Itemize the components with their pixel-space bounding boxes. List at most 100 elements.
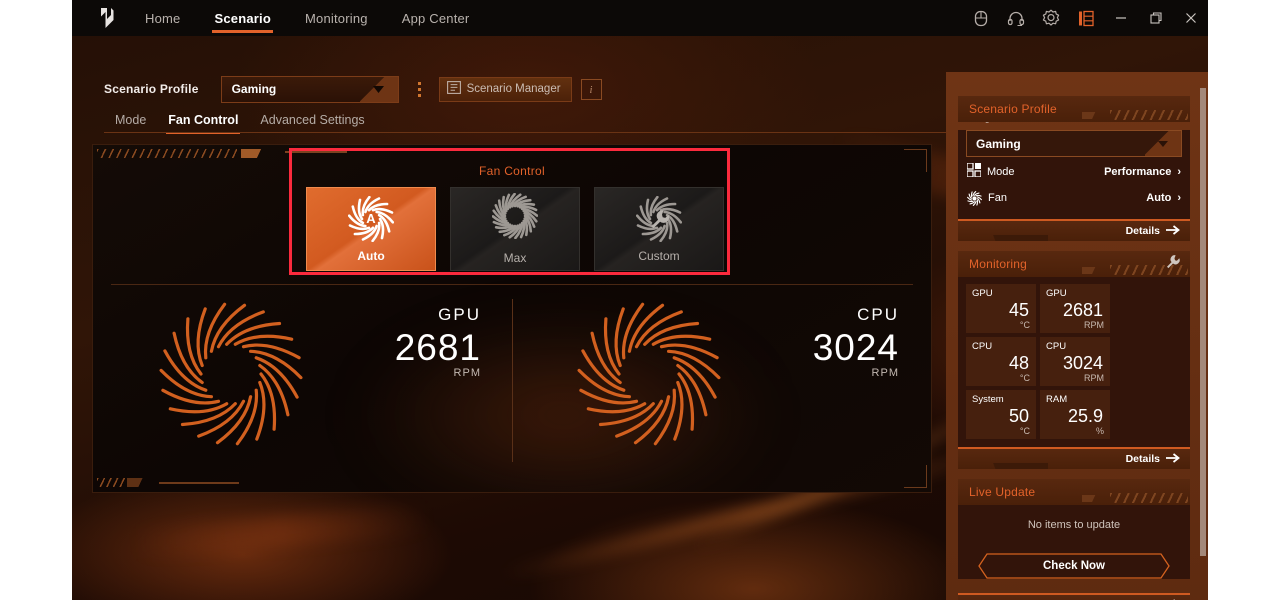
fan-mode-max-button[interactable]: Max	[450, 187, 580, 271]
nav-item-monitoring[interactable]: Monitoring	[288, 0, 385, 36]
tile-label: CPU	[1046, 341, 1067, 352]
predator-logo-icon	[98, 8, 116, 28]
tile-unit: °C	[1019, 373, 1030, 383]
fan-mode-label: Max	[503, 251, 527, 265]
fan-custom-icon	[635, 195, 683, 242]
monitor-tile: CPU 48 °C	[966, 337, 1036, 386]
tile-label: GPU	[1046, 288, 1067, 299]
title-bar: Home Scenario Monitoring App Center	[72, 0, 1208, 36]
fan-mode-auto-button[interactable]: A Auto	[306, 187, 436, 271]
fan-small-icon	[967, 190, 982, 206]
scenario-manager-button[interactable]: Scenario Manager	[438, 76, 572, 102]
scenario-manager-label: Scenario Manager	[466, 83, 561, 95]
fan-max-icon	[491, 192, 539, 244]
card-header: Scenario Profile	[958, 96, 1190, 122]
fan-mode-custom-button[interactable]: Custom	[594, 187, 724, 271]
tab-label: Fan Control	[168, 113, 239, 127]
mouse-icon[interactable]	[963, 0, 998, 36]
panel-corner-decoration	[127, 478, 157, 487]
wrench-icon[interactable]	[1165, 254, 1181, 275]
tile-label: GPU	[972, 288, 993, 299]
nav-label: Monitoring	[305, 10, 368, 26]
cpu-fan-gauge: CPU 3024 RPM	[521, 295, 921, 475]
details-label: Details	[1125, 453, 1160, 465]
chevron-right-icon: ›	[1177, 166, 1181, 178]
nav-label: Scenario	[214, 10, 271, 26]
widget-scrollbar[interactable]	[1200, 88, 1206, 556]
panel-corner-decoration	[97, 478, 125, 487]
chevron-down-icon	[1145, 131, 1181, 156]
panel-horizontal-divider	[111, 284, 913, 285]
tile-unit: °C	[1019, 320, 1030, 330]
list-icon	[446, 81, 461, 97]
panel-vertical-divider	[512, 299, 513, 462]
scenario-profile-label: Scenario Profile	[104, 82, 199, 96]
chevron-right-icon: ›	[1177, 192, 1181, 204]
more-options-button[interactable]	[409, 77, 431, 102]
minimize-icon[interactable]	[1103, 0, 1138, 36]
tab-mode[interactable]: Mode	[104, 108, 157, 132]
card-header: Live Update	[958, 479, 1190, 505]
fan-mode-group: A Auto Max Custom	[306, 187, 724, 271]
tile-value: 48	[1008, 353, 1029, 373]
gpu-fan-icon	[156, 299, 306, 449]
details-label: Details	[1125, 225, 1160, 237]
card-footer[interactable]: Details	[958, 219, 1190, 241]
tab-fan-control[interactable]: Fan Control	[157, 108, 249, 134]
section-tabs: Mode Fan Control Advanced Settings	[104, 108, 376, 134]
check-now-button[interactable]: Check Now	[978, 553, 1170, 579]
maximize-icon[interactable]	[1138, 0, 1173, 36]
tile-unit: °C	[1019, 426, 1030, 436]
monitor-tile: GPU 45 °C	[966, 284, 1036, 333]
header-decoration	[1110, 493, 1188, 503]
tile-unit: RPM	[1084, 373, 1104, 383]
gear-icon[interactable]	[1033, 0, 1068, 36]
monitor-tile: CPU 3024 RPM	[1040, 337, 1110, 386]
card-title: Scenario Profile	[969, 102, 1057, 116]
footer-decoration	[958, 235, 1048, 241]
widget-row-mode[interactable]: Mode Performance ›	[966, 161, 1181, 183]
gpu-fan-gauge: GPU 2681 RPM	[103, 295, 503, 475]
widget-panel-icon[interactable]	[1068, 0, 1103, 36]
check-now-label: Check Now	[1043, 560, 1105, 572]
fan-control-panel: Fan Control A Auto Max Custom GPU 2681 R…	[92, 144, 932, 493]
footer-decoration	[958, 463, 1048, 469]
info-button[interactable]: i	[580, 78, 602, 100]
predator-sense-window: Home Scenario Monitoring App Center Scen…	[72, 0, 1208, 600]
tile-value: 2681	[1062, 300, 1103, 320]
widget-row-fan[interactable]: Fan Auto ›	[967, 187, 1181, 209]
header-decoration	[1082, 112, 1108, 119]
headset-icon[interactable]	[998, 0, 1033, 36]
tile-value: 25.9	[1067, 406, 1103, 426]
card-footer[interactable]: Details	[958, 593, 1190, 600]
tile-value: 3024	[1062, 353, 1103, 373]
nav-item-scenario[interactable]: Scenario	[197, 0, 288, 36]
tile-unit: %	[1095, 426, 1104, 436]
tab-advanced-settings[interactable]: Advanced Settings	[249, 108, 375, 132]
header-decoration	[1110, 110, 1188, 120]
row-value: Auto	[1146, 192, 1172, 204]
card-footer[interactable]: Details	[958, 447, 1190, 469]
nav-item-app-center[interactable]: App Center	[385, 0, 487, 36]
tab-underline-divider	[104, 132, 962, 133]
monitor-tile: GPU 2681 RPM	[1040, 284, 1110, 333]
panel-corner-decoration	[241, 149, 281, 158]
arrow-right-icon	[1166, 450, 1180, 468]
titlebar-icon-group	[963, 0, 1208, 36]
widget-profile-select[interactable]: Gaming	[966, 130, 1182, 157]
nav-label: Home	[145, 10, 181, 26]
row-value: Performance	[1104, 166, 1172, 178]
app-background: Scenario Profile Gaming Scenario Manager…	[72, 36, 1208, 600]
widget-card-live-update: Live Update No items to update Check Now	[958, 479, 1190, 600]
tab-label: Mode	[115, 113, 147, 127]
tile-value: 45	[1008, 300, 1029, 320]
fan-auto-icon: A	[347, 195, 395, 242]
close-icon[interactable]	[1173, 0, 1208, 36]
nav-item-home[interactable]: Home	[128, 0, 197, 36]
cpu-readout: CPU 3024 RPM	[813, 305, 899, 379]
cpu-label: CPU	[857, 305, 899, 324]
widget-card-scenario-profile: Scenario Profile Gaming Mode Performance…	[958, 96, 1190, 241]
nav-label: App Center	[401, 10, 470, 26]
scenario-profile-select[interactable]: Gaming	[220, 75, 399, 103]
row-label: Mode	[987, 166, 1015, 178]
